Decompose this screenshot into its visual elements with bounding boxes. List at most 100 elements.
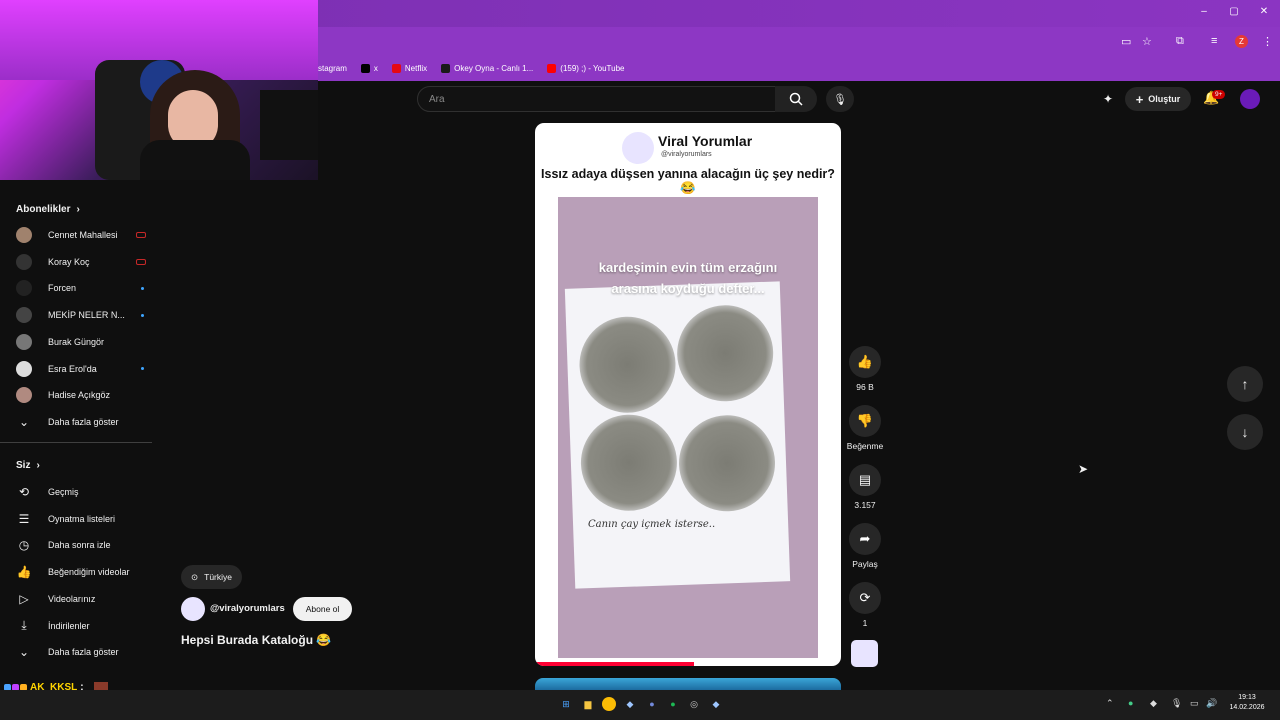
sidebar-channel-item[interactable]: Hadise Açıkgöz <box>16 385 146 405</box>
extensions-icon[interactable]: ⧉ <box>1176 35 1184 48</box>
show-more-subscriptions[interactable]: ⌄ Daha fazla göster <box>16 412 146 432</box>
tea-bag-2 <box>675 303 775 403</box>
steam-icon[interactable]: ◆ <box>623 697 637 711</box>
channel-avatar <box>16 307 32 324</box>
subscribe-button[interactable]: Abone ol <box>293 597 352 621</box>
voice-search-button[interactable]: 🎙 <box>826 86 854 112</box>
system-clock[interactable]: 19:13 14.02.2026 <box>1222 693 1272 713</box>
share-button[interactable]: ➦ <box>849 523 881 555</box>
menu-dots-icon[interactable]: ⋮ <box>1262 35 1273 48</box>
previous-short-button[interactable]: ↑ <box>1227 366 1263 402</box>
playlist-icon: ☰ <box>18 511 30 526</box>
start-icon[interactable]: ⊞ <box>559 697 573 711</box>
bookmark-item[interactable]: (159) ;) - YouTube <box>547 63 624 73</box>
channel-handle[interactable]: @viralyorumlars <box>210 603 285 614</box>
sidebar-item-label: Beğendiğim videolar <box>48 567 130 578</box>
tray-steam-icon[interactable]: ◆ <box>1150 698 1157 709</box>
notebook-page <box>564 281 791 589</box>
dislike-button[interactable]: 👎 <box>849 405 881 437</box>
tray-network-icon[interactable]: ▭ <box>1190 698 1199 709</box>
bookmark-item[interactable]: x <box>360 63 378 73</box>
arrow-down-icon: ↓ <box>1241 424 1249 440</box>
bookmark-star-icon[interactable]: ☆ <box>1142 35 1152 48</box>
video-progress-bar[interactable] <box>535 662 695 666</box>
sidebar-channel-item[interactable]: Esra Erol'da <box>16 359 146 379</box>
sidebar-item-like[interactable]: 👍 Beğendiğim videolar <box>16 562 146 582</box>
comments-button[interactable]: ▤ <box>849 464 881 496</box>
channel-name: Forcen <box>48 283 77 294</box>
bookmark-favicon-icon <box>391 63 401 73</box>
location-label: Türkiye <box>204 572 232 582</box>
your-videos-icon: ▷ <box>19 591 29 606</box>
steam-2-icon[interactable]: ◆ <box>709 697 723 711</box>
address-bar[interactable] <box>318 27 1280 55</box>
tray-volume-icon[interactable]: 🔊 <box>1206 698 1217 709</box>
plus-icon: + <box>1135 91 1144 107</box>
maximize-icon[interactable]: ▢ <box>1228 6 1240 17</box>
location-chip[interactable]: ⊙ Türkiye <box>181 565 242 589</box>
sidebar-item-playlist[interactable]: ☰ Oynatma listeleri <box>16 509 146 529</box>
overlay-channel-name: Viral Yorumlar <box>658 133 753 149</box>
profile-avatar[interactable]: Z <box>1235 35 1248 48</box>
channel-avatar <box>16 280 32 297</box>
account-avatar[interactable] <box>1240 89 1260 109</box>
search-input[interactable]: Ara <box>417 86 776 112</box>
you-heading[interactable]: Siz › <box>16 460 40 471</box>
sidebar-item-download[interactable]: ⤓ İndirilenler <box>16 616 146 636</box>
channel-avatar <box>16 253 32 270</box>
new-content-dot-icon <box>141 286 144 290</box>
cast-remote-icon[interactable]: ✦ <box>1103 92 1113 106</box>
tray-mic-icon[interactable]: 🎙 <box>1171 698 1182 709</box>
chrome-icon[interactable] <box>602 697 616 711</box>
next-short-preview[interactable] <box>535 678 841 690</box>
subscriptions-label: Abonelikler <box>16 204 71 215</box>
sound-thumbnail[interactable] <box>851 640 878 667</box>
show-more-you[interactable]: ⌄ Daha fazla göster <box>16 642 146 662</box>
webcam-shelf <box>260 90 318 160</box>
tray-chevron-icon[interactable]: ⌃ <box>1106 698 1114 709</box>
minimize-icon[interactable]: – <box>1198 6 1210 17</box>
file-explorer-icon[interactable]: ▆ <box>581 697 595 711</box>
obs-icon[interactable]: ◎ <box>687 697 701 711</box>
create-label: Oluştur <box>1148 94 1181 104</box>
tea-bag-4 <box>677 413 777 513</box>
bookmark-label: Okey Oyna - Canlı 1... <box>454 63 534 73</box>
subscriptions-heading[interactable]: Abonelikler › <box>16 204 80 215</box>
sidebar-channel-item[interactable]: Forcen <box>16 278 146 298</box>
bookmark-item[interactable]: Okey Oyna - Canlı 1... <box>441 63 534 73</box>
sidebar-channel-item[interactable]: Burak Güngör <box>16 332 146 352</box>
webcam-overlay <box>0 0 318 180</box>
show-more-label: Daha fazla göster <box>48 647 119 657</box>
cast-icon[interactable]: ▭ <box>1121 35 1131 48</box>
tray-app-icon[interactable]: ● <box>1128 698 1133 708</box>
bookmark-item[interactable]: stagram <box>318 64 347 73</box>
sidebar-item-label: İndirilenler <box>48 620 90 631</box>
discord-icon[interactable]: ● <box>645 697 659 711</box>
like-count: 96 B <box>856 382 874 392</box>
sidebar-channel-item[interactable]: Koray Koç <box>16 252 146 272</box>
search-button[interactable] <box>775 86 817 112</box>
remix-count: 1 <box>862 618 868 628</box>
next-short-button[interactable]: ↓ <box>1227 414 1263 450</box>
sidebar-item-watch-later[interactable]: ◷ Daha sonra izle <box>16 535 146 555</box>
like-button[interactable]: 👍 <box>849 346 881 378</box>
tea-bag-3 <box>579 413 679 513</box>
short-video-player[interactable]: Viral Yorumlar @viralyorumlars Issız ada… <box>535 123 841 666</box>
sidebar-item-history[interactable]: ⟲ Geçmiş <box>16 482 146 502</box>
sidebar: Abonelikler › Cennet Mahallesi Koray Koç Fo… <box>0 196 160 676</box>
thumbs-up-icon: 👍 <box>856 354 874 369</box>
channel-name: Esra Erol'da <box>48 363 97 374</box>
remix-button[interactable]: ⟳ <box>849 582 881 614</box>
sidebar-divider <box>0 442 152 443</box>
sidebar-channel-item[interactable]: Cennet Mahallesi <box>16 225 146 245</box>
spotify-icon[interactable]: ● <box>666 697 680 711</box>
bookmark-item[interactable]: Netflix <box>391 63 427 73</box>
channel-avatar[interactable] <box>181 597 205 621</box>
sidebar-item-your-videos[interactable]: ▷ Videolarınız <box>16 589 146 609</box>
sidebar-channel-item[interactable]: MEKİP NELER N... <box>16 305 146 325</box>
share-label: Paylaş <box>852 559 878 569</box>
media-icon[interactable]: ≡ <box>1211 35 1217 47</box>
close-icon[interactable]: ✕ <box>1258 6 1270 17</box>
create-button[interactable]: + Oluştur <box>1125 87 1191 111</box>
overlay-channel-handle: @viralyorumlars <box>661 151 712 158</box>
